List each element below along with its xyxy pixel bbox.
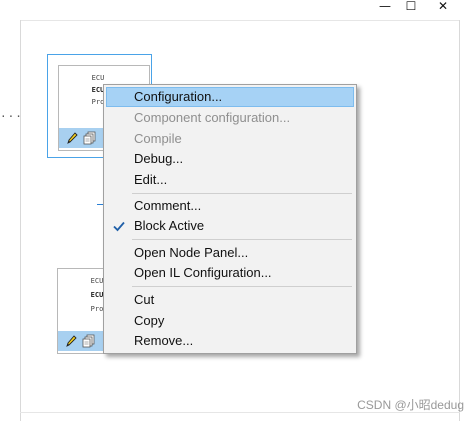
close-button[interactable]: ✕ [432, 0, 454, 13]
truncated-label: ... [0, 107, 23, 120]
menu-item-label: Component configuration... [134, 110, 291, 125]
menu-item-label: Debug... [134, 151, 184, 166]
menu-item-label: Copy [134, 313, 165, 328]
pencil-icon[interactable] [65, 131, 79, 145]
document-stack-icon[interactable] [82, 334, 96, 348]
checkmark-icon [113, 221, 125, 232]
menu-separator [132, 286, 352, 287]
context-menu: Configuration... Component configuration… [103, 84, 357, 354]
menu-item-comment[interactable]: Comment... [106, 196, 354, 216]
menu-item-label: Comment... [134, 198, 202, 213]
node-title: ECU [91, 74, 105, 82]
menu-item-label: Cut [134, 292, 155, 307]
maximize-button[interactable]: ☐ [400, 0, 422, 13]
menu-item-remove[interactable]: Remove... [106, 331, 354, 351]
menu-item-cut[interactable]: Cut [106, 290, 354, 310]
minimize-button[interactable]: — [374, 0, 396, 13]
window-titlebar: — ☐ ✕ [0, 0, 474, 20]
menu-item-label: Open IL Configuration... [134, 265, 272, 280]
menu-item-open-il-configuration[interactable]: Open IL Configuration... [106, 263, 354, 283]
watermark-text: CSDN @小昭dedug [357, 398, 464, 412]
canvas-top-border [20, 20, 460, 21]
document-stack-icon[interactable] [83, 131, 97, 145]
menu-item-edit[interactable]: Edit... [106, 170, 354, 190]
menu-item-label: Configuration... [134, 89, 223, 104]
menu-item-compile: Compile [106, 129, 354, 149]
menu-item-label: Open Node Panel... [134, 245, 249, 260]
menu-item-debug[interactable]: Debug... [106, 149, 354, 169]
menu-item-component-configuration: Component configuration... [106, 108, 354, 128]
menu-separator [132, 193, 352, 194]
menu-item-label: Compile [134, 131, 182, 146]
menu-item-copy[interactable]: Copy [106, 311, 354, 331]
menu-item-configuration[interactable]: Configuration... [106, 87, 354, 107]
menu-item-label: Remove... [134, 333, 194, 348]
menu-separator [132, 239, 352, 240]
menu-item-label: Edit... [134, 172, 168, 187]
pencil-icon[interactable] [64, 334, 78, 348]
menu-item-label: Block Active [134, 218, 205, 233]
menu-item-open-node-panel[interactable]: Open Node Panel... [106, 243, 354, 263]
canvas-left-border [20, 20, 21, 421]
menu-item-block-active[interactable]: Block Active [106, 216, 354, 236]
canvas-right-border [459, 20, 460, 421]
